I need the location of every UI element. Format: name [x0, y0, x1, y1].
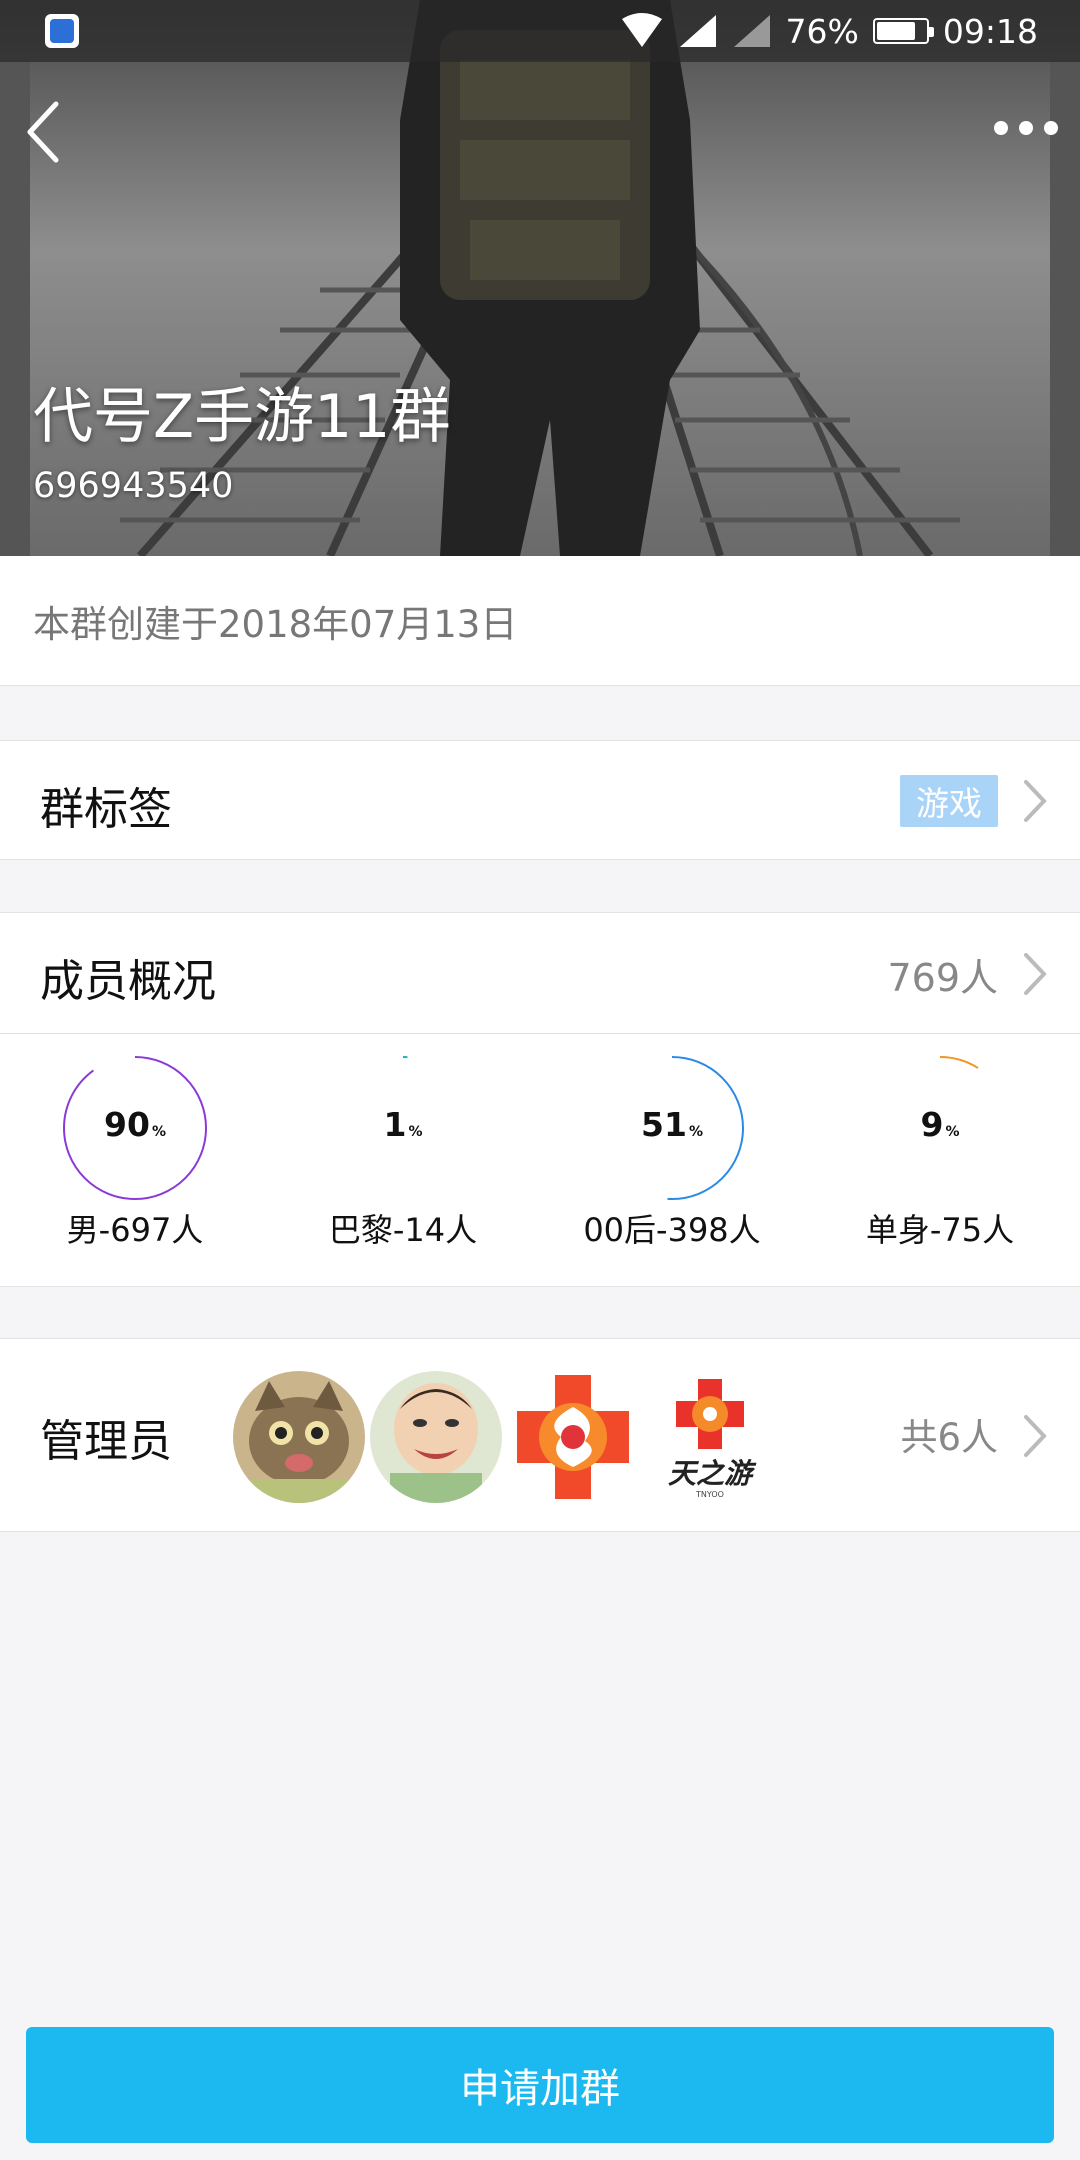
status-bar: 76% 09:18: [0, 0, 1080, 62]
signal-icon: [679, 15, 716, 47]
svg-text:天之游: 天之游: [668, 1457, 757, 1490]
app-notification-icon: [45, 14, 79, 48]
stat-age: 51% 00后-398人: [572, 1055, 772, 1265]
battery-percent: 76%: [785, 11, 859, 51]
wifi-icon: [621, 13, 662, 47]
back-arrow-icon: [27, 101, 59, 163]
clock: 09:18: [942, 11, 1038, 51]
created-date: 本群创建于2018年07月13日: [0, 556, 1080, 686]
baby-avatar: [370, 1371, 502, 1503]
signal-2-icon: [733, 15, 770, 47]
more-options-button[interactable]: [994, 112, 1058, 144]
member-overview-title: 成员概况: [40, 956, 216, 1007]
group-tags-row[interactable]: 群标签 游戏: [0, 740, 1080, 860]
back-button[interactable]: [18, 96, 78, 168]
group-id: 696943540: [33, 466, 234, 506]
more-dot-icon: [994, 121, 1008, 135]
join-group-button[interactable]: 申请加群: [26, 2027, 1054, 2143]
tianzhiyou-logo-avatar: 天之游 TNYOO: [644, 1371, 776, 1503]
location-label: 巴黎-14人: [328, 1211, 478, 1249]
more-dot-icon: [1019, 121, 1033, 135]
chevron-right-icon: [1024, 1415, 1047, 1457]
admins-row[interactable]: 管理员 天之游 TNYOO 共6人: [0, 1338, 1080, 1532]
logo-avatar: [507, 1371, 639, 1503]
stat-single: 9% 单身-75人: [840, 1055, 1040, 1265]
battery-icon: [872, 18, 934, 44]
single-percent: 9%: [920, 1105, 960, 1144]
age-percent: 51%: [641, 1105, 703, 1144]
age-label: 00后-398人: [583, 1211, 761, 1249]
admin-avatars: 天之游 TNYOO: [233, 1371, 776, 1503]
svg-text:TNYOO: TNYOO: [695, 1490, 724, 1499]
group-name: 代号Z手游11群: [33, 382, 451, 452]
cat-avatar: [233, 1371, 365, 1503]
member-count[interactable]: 769人: [887, 947, 998, 1002]
chevron-right-icon: [1024, 780, 1047, 822]
admin-count: 共6人: [900, 1416, 998, 1459]
single-label: 单身-75人: [865, 1211, 1015, 1249]
divider: [0, 1033, 1080, 1034]
more-dot-icon: [1044, 121, 1058, 135]
gender-percent: 90%: [104, 1105, 166, 1144]
admins-title: 管理员: [40, 1416, 172, 1467]
group-cover: 76% 09:18 代号Z手游11群 696943540: [0, 0, 1080, 556]
tag-badge: 游戏: [900, 775, 998, 827]
gender-label: 男-697人: [66, 1211, 204, 1249]
stat-gender: 90% 男-697人: [35, 1055, 235, 1265]
member-overview: 成员概况 769人 90% 男-697人 1% 巴黎-14人 51% 00后-3…: [0, 912, 1080, 1287]
location-percent: 1%: [383, 1105, 423, 1144]
chevron-right-icon[interactable]: [1020, 949, 1050, 999]
group-tags-title: 群标签: [40, 784, 172, 835]
stat-location: 1% 巴黎-14人: [303, 1055, 503, 1265]
